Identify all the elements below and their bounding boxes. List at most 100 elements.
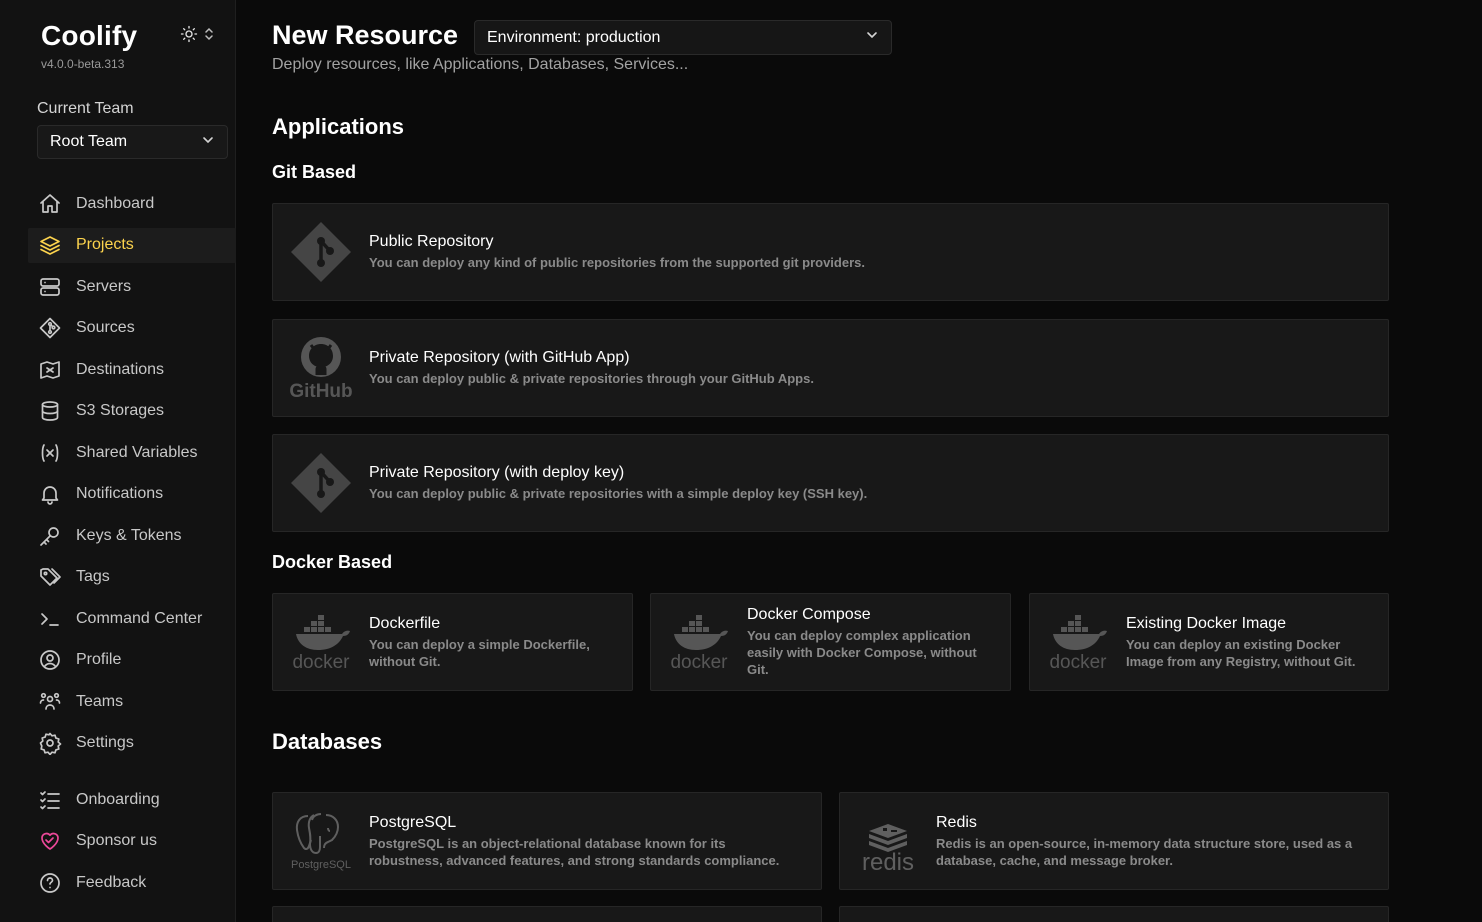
git-logo-icon bbox=[273, 435, 369, 531]
help-icon bbox=[38, 871, 62, 895]
svg-text:PostgreSQL: PostgreSQL bbox=[291, 859, 351, 871]
gear-icon bbox=[38, 731, 62, 755]
card-description: You can deploy an existing Docker Image … bbox=[1126, 636, 1356, 669]
card-title: Docker Compose bbox=[747, 606, 871, 623]
card-redis[interactable]: redis Redis Redis is an open-source, in-… bbox=[839, 792, 1389, 890]
svg-text:docker: docker bbox=[670, 652, 728, 671]
chevron-down-icon bbox=[201, 133, 215, 152]
terminal-icon bbox=[38, 607, 62, 631]
bell-icon bbox=[38, 482, 62, 506]
team-select-value: Root Team bbox=[50, 133, 128, 150]
user-circle-icon bbox=[38, 648, 62, 672]
page-subtitle: Deploy resources, like Applications, Dat… bbox=[272, 56, 689, 73]
card-postgresql[interactable]: PostgreSQL PostgreSQL PostgreSQL is an o… bbox=[272, 792, 822, 890]
card-description: You can deploy public & private reposito… bbox=[369, 371, 814, 386]
card-database-partial[interactable] bbox=[839, 906, 1389, 922]
card-existing-docker-image[interactable]: docker Existing Docker Image You can dep… bbox=[1029, 593, 1389, 691]
page-title: New Resource bbox=[272, 20, 459, 50]
server-icon bbox=[38, 275, 62, 299]
section-applications-heading: Applications bbox=[272, 114, 405, 139]
sidebar-item-keys-tokens[interactable]: Keys & Tokens bbox=[28, 518, 236, 553]
sidebar-item-label: Servers bbox=[76, 277, 132, 295]
sidebar-item-label: Teams bbox=[76, 692, 124, 710]
card-title: Private Repository (with GitHub App) bbox=[369, 349, 630, 366]
svg-text:GitHub: GitHub bbox=[289, 381, 352, 401]
card-description: You can deploy a simple Dockerfile, with… bbox=[369, 636, 590, 669]
docker-logo-icon: docker bbox=[273, 594, 369, 690]
sidebar-item-label: S3 Storages bbox=[76, 402, 165, 419]
section-docker-based-heading: Docker Based bbox=[272, 552, 393, 572]
sidebar-item-label: Command Center bbox=[76, 609, 203, 627]
card-description: You can deploy public & private reposito… bbox=[369, 486, 868, 501]
sidebar-item-shared-variables[interactable]: Shared Variables bbox=[28, 435, 236, 470]
sun-icon bbox=[180, 25, 198, 48]
environment-select[interactable]: Environment: production bbox=[474, 20, 892, 55]
card-dockerfile[interactable]: docker Dockerfile You can deploy a simpl… bbox=[272, 593, 633, 691]
sidebar-item-profile[interactable]: Profile bbox=[28, 643, 236, 678]
checklist-icon bbox=[38, 788, 62, 812]
sidebar-item-settings[interactable]: Settings bbox=[28, 726, 236, 761]
sidebar-item-label: Profile bbox=[76, 651, 122, 668]
sidebar-item-label: Settings bbox=[76, 734, 134, 751]
card-private-repository-github-app[interactable]: GitHub Private Repository (with GitHub A… bbox=[272, 319, 1389, 417]
sidebar-item-tags[interactable]: Tags bbox=[28, 560, 236, 595]
card-database-partial[interactable] bbox=[272, 906, 822, 922]
sidebar-item-label: Sources bbox=[76, 319, 135, 336]
sidebar-item-label: Sponsor us bbox=[76, 832, 157, 849]
git-logo-icon bbox=[273, 204, 369, 300]
sidebar-item-sources[interactable]: Sources bbox=[28, 311, 236, 346]
card-title: Private Repository (with deploy key) bbox=[369, 464, 625, 481]
app-brand[interactable]: Coolify bbox=[41, 20, 137, 52]
section-git-based-heading: Git Based bbox=[272, 162, 357, 182]
sidebar-item-feedback[interactable]: Feedback bbox=[28, 865, 236, 900]
sidebar-item-teams[interactable]: Teams bbox=[28, 684, 236, 719]
team-select[interactable]: Root Team bbox=[37, 125, 228, 159]
github-logo-icon: GitHub bbox=[273, 320, 369, 416]
destinations-icon bbox=[38, 358, 62, 382]
layers-icon bbox=[38, 233, 62, 257]
app-version: v4.0.0-beta.313 bbox=[41, 57, 125, 71]
database-icon bbox=[38, 399, 62, 423]
docker-logo-icon: docker bbox=[1030, 594, 1126, 690]
sidebar-item-label: Keys & Tokens bbox=[76, 526, 182, 544]
sidebar-item-servers[interactable]: Servers bbox=[28, 269, 236, 304]
card-title: Dockerfile bbox=[369, 614, 441, 632]
card-title: PostgreSQL bbox=[369, 813, 457, 831]
sidebar-item-sponsor[interactable]: Sponsor us bbox=[28, 824, 236, 859]
card-docker-compose[interactable]: docker Docker Compose You can deploy com… bbox=[650, 593, 1011, 691]
sidebar-item-projects[interactable]: Projects bbox=[28, 227, 236, 263]
card-description: You can deploy any kind of public reposi… bbox=[369, 255, 865, 270]
svg-text:docker: docker bbox=[1049, 652, 1107, 671]
sidebar-item-label: Tags bbox=[76, 568, 110, 585]
variable-icon bbox=[38, 441, 62, 465]
theme-toggle-button[interactable] bbox=[180, 25, 222, 48]
docker-logo-icon: docker bbox=[651, 594, 747, 690]
sidebar-item-dashboard[interactable]: Dashboard bbox=[28, 186, 236, 221]
svg-text:redis: redis bbox=[862, 849, 914, 873]
svg-text:docker: docker bbox=[292, 652, 350, 671]
sidebar-item-s3-storages[interactable]: S3 Storages bbox=[28, 394, 236, 429]
environment-select-value: Environment: production bbox=[487, 28, 661, 46]
sidebar-item-label: Shared Variables bbox=[76, 443, 198, 461]
postgresql-logo-icon: PostgreSQL bbox=[273, 793, 369, 889]
home-icon bbox=[38, 192, 62, 216]
card-description: Redis is an open-source, in-memory data … bbox=[936, 835, 1353, 868]
card-private-repository-deploy-key[interactable]: Private Repository (with deploy key) You… bbox=[272, 434, 1389, 532]
sidebar-item-onboarding[interactable]: Onboarding bbox=[28, 782, 236, 817]
sidebar-item-label: Feedback bbox=[76, 873, 147, 891]
key-icon bbox=[38, 524, 62, 548]
sidebar-item-notifications[interactable]: Notifications bbox=[28, 477, 236, 512]
card-title: Public Repository bbox=[369, 233, 494, 250]
sidebar-item-label: Projects bbox=[76, 236, 134, 253]
sidebar-item-label: Dashboard bbox=[76, 194, 155, 212]
card-public-repository[interactable]: Public Repository You can deploy any kin… bbox=[272, 203, 1389, 301]
card-description: You can deploy complex application easil… bbox=[747, 628, 977, 677]
current-team-label: Current Team bbox=[37, 100, 134, 117]
users-icon bbox=[38, 690, 62, 714]
sidebar-item-destinations[interactable]: Destinations bbox=[28, 352, 236, 387]
sidebar-item-label: Notifications bbox=[76, 485, 164, 502]
card-description: PostgreSQL is an object-relational datab… bbox=[369, 835, 780, 868]
sidebar-item-command-center[interactable]: Command Center bbox=[28, 601, 236, 636]
tag-icon bbox=[38, 565, 62, 589]
card-title: Existing Docker Image bbox=[1126, 614, 1287, 632]
